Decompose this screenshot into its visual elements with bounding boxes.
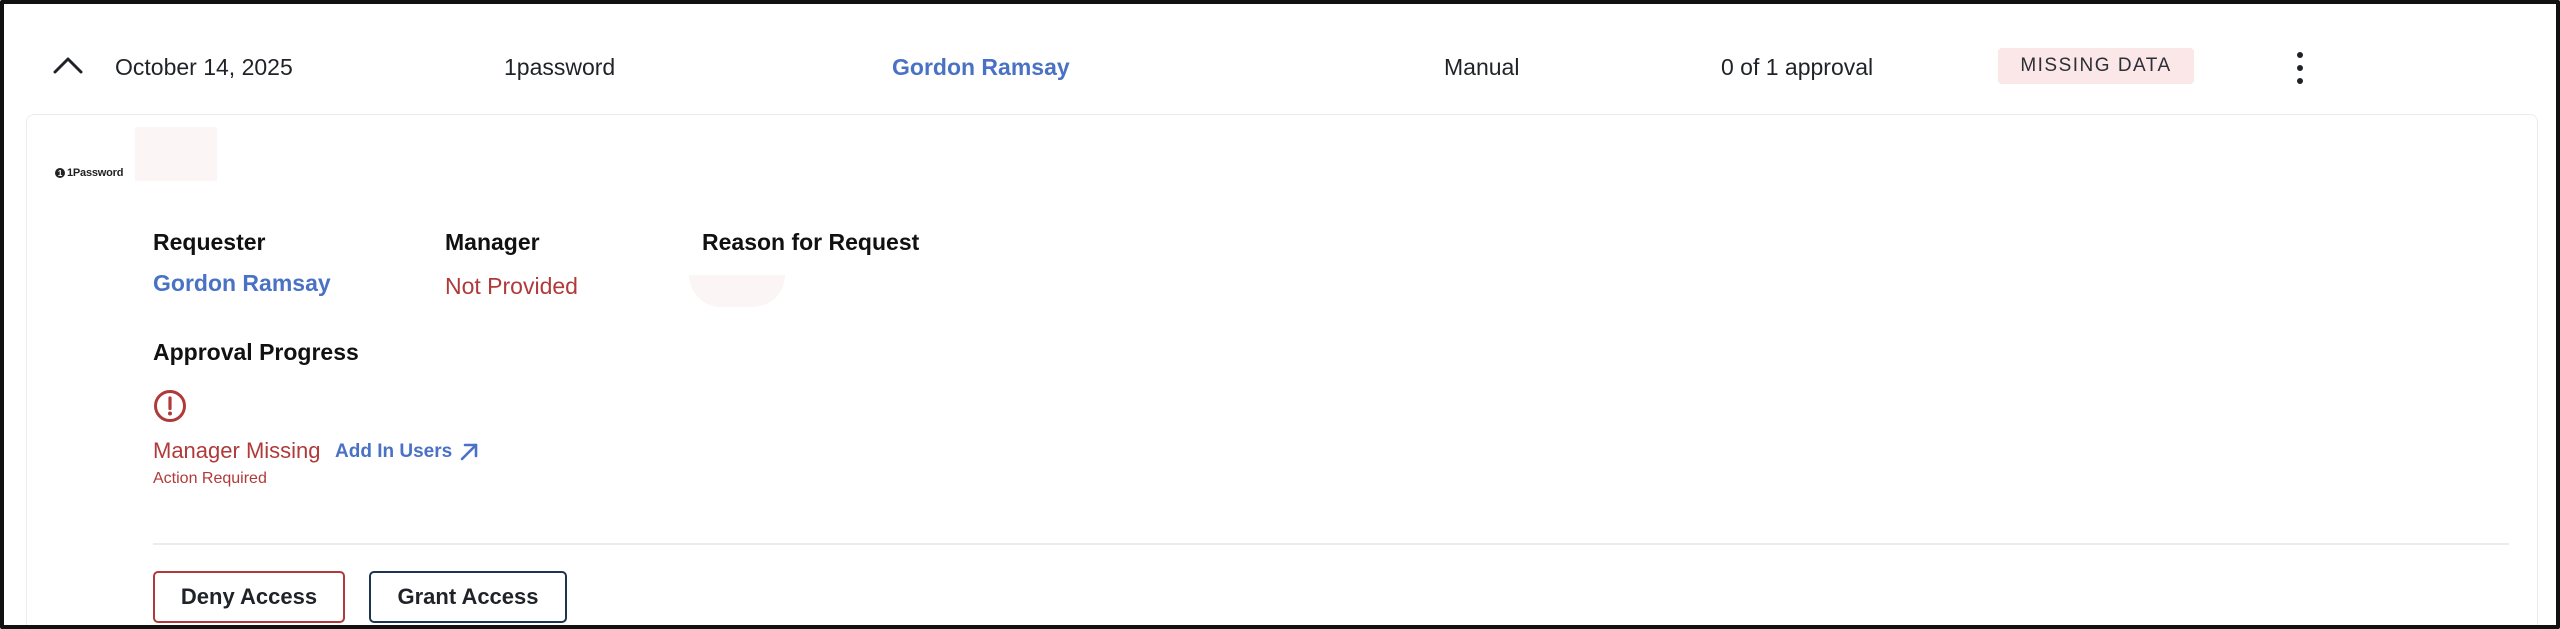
chevron-up-icon[interactable] — [50, 52, 86, 78]
reason-label: Reason for Request — [702, 229, 920, 255]
manager-missing-text: Manager Missing — [153, 438, 321, 463]
alert-circle-icon — [154, 390, 186, 422]
approval-count: 0 of 1 approval — [1721, 54, 1874, 80]
request-type: Manual — [1444, 54, 1520, 80]
approval-progress-label: Approval Progress — [153, 339, 359, 365]
requester-value-link[interactable]: Gordon Ramsay — [153, 270, 331, 297]
app-image-placeholder — [135, 127, 217, 181]
request-card: October 14, 2025 1password Gordon Ramsay… — [0, 0, 2560, 629]
app-logo: 1 1Password — [55, 167, 123, 179]
divider — [153, 543, 2509, 545]
request-details-panel: 1 1Password Requester Gordon Ramsay Mana… — [26, 114, 2538, 625]
reason-value-placeholder — [689, 275, 785, 307]
deny-access-button[interactable]: Deny Access — [153, 571, 345, 623]
add-in-users-link[interactable]: Add In Users — [335, 441, 480, 463]
grant-access-button[interactable]: Grant Access — [369, 571, 567, 623]
add-in-users-label: Add In Users — [335, 441, 453, 462]
kebab-menu-icon[interactable] — [2290, 52, 2310, 84]
app-logo-text: 1Password — [67, 167, 124, 179]
app-logo-mark-icon: 1 — [55, 168, 65, 178]
request-date: October 14, 2025 — [115, 54, 293, 80]
status-badge: MISSING DATA — [1998, 48, 2194, 84]
requester-label: Requester — [153, 229, 266, 255]
manager-label: Manager — [445, 229, 540, 255]
action-required-text: Action Required — [153, 470, 267, 487]
app-name: 1password — [504, 54, 616, 80]
request-row: October 14, 2025 1password Gordon Ramsay… — [8, 8, 2552, 120]
arrow-up-right-icon — [460, 443, 478, 461]
manager-value: Not Provided — [445, 273, 578, 299]
requester-link[interactable]: Gordon Ramsay — [892, 54, 1070, 81]
